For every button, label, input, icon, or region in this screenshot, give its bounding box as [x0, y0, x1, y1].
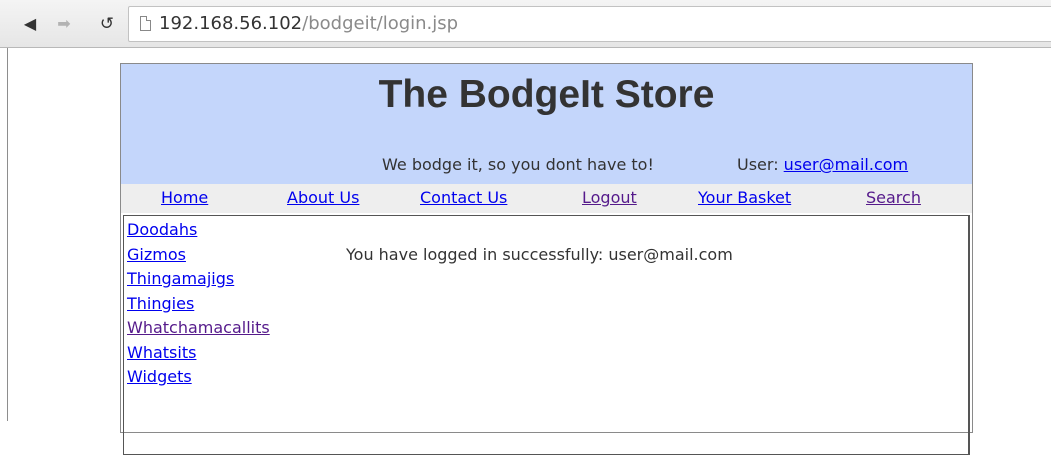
- reload-icon[interactable]: ↺: [95, 12, 119, 36]
- browser-toolbar: ◀︎ ➡︎ ↺ 192.168.56.102/bodgeit/login.jsp: [0, 0, 1051, 48]
- user-info: User: user@mail.com: [737, 154, 908, 176]
- menu-search-link[interactable]: Search: [866, 187, 921, 209]
- store-title: The BodgeIt Store: [378, 73, 715, 116]
- main-menu: Home About Us Contact Us Logout Your Bas…: [121, 184, 972, 213]
- login-success-message: You have logged in successfully: user@ma…: [346, 245, 733, 264]
- user-email-link[interactable]: user@mail.com: [784, 155, 908, 174]
- store-page: The BodgeIt Store We bodge it, so you do…: [120, 63, 973, 455]
- content-panel: Doodahs Gizmos Thingamajigs Thingies Wha…: [123, 215, 970, 455]
- category-thingamajigs-link[interactable]: Thingamajigs: [127, 267, 270, 292]
- tagline: We bodge it, so you dont have to!: [382, 155, 654, 174]
- menu-home-link[interactable]: Home: [161, 187, 208, 209]
- menu-about-us-link[interactable]: About Us: [287, 187, 359, 209]
- category-whatchamacallits-link[interactable]: Whatchamacallits: [127, 316, 270, 341]
- forward-arrow-icon[interactable]: ➡︎: [52, 12, 76, 36]
- menu-logout-link[interactable]: Logout: [582, 187, 637, 209]
- category-gizmos-link[interactable]: Gizmos: [127, 243, 270, 268]
- category-doodahs-link[interactable]: Doodahs: [127, 218, 270, 243]
- category-whatsits-link[interactable]: Whatsits: [127, 341, 270, 366]
- back-arrow-icon[interactable]: ◀︎: [18, 12, 42, 36]
- window-edge: [7, 48, 8, 421]
- store-header: The BodgeIt Store We bodge it, so you do…: [121, 64, 972, 184]
- category-thingies-link[interactable]: Thingies: [127, 292, 270, 317]
- address-bar[interactable]: 192.168.56.102/bodgeit/login.jsp: [128, 6, 1051, 42]
- category-widgets-link[interactable]: Widgets: [127, 365, 270, 390]
- url-path: /bodgeit/login.jsp: [302, 13, 459, 34]
- url-text[interactable]: 192.168.56.102/bodgeit/login.jsp: [159, 12, 458, 36]
- page-icon: [140, 16, 151, 31]
- url-host: 192.168.56.102: [159, 13, 303, 34]
- menu-your-basket-link[interactable]: Your Basket: [698, 187, 791, 209]
- category-list: Doodahs Gizmos Thingamajigs Thingies Wha…: [127, 218, 270, 390]
- user-label: User:: [737, 155, 779, 174]
- menu-contact-us-link[interactable]: Contact Us: [420, 187, 507, 209]
